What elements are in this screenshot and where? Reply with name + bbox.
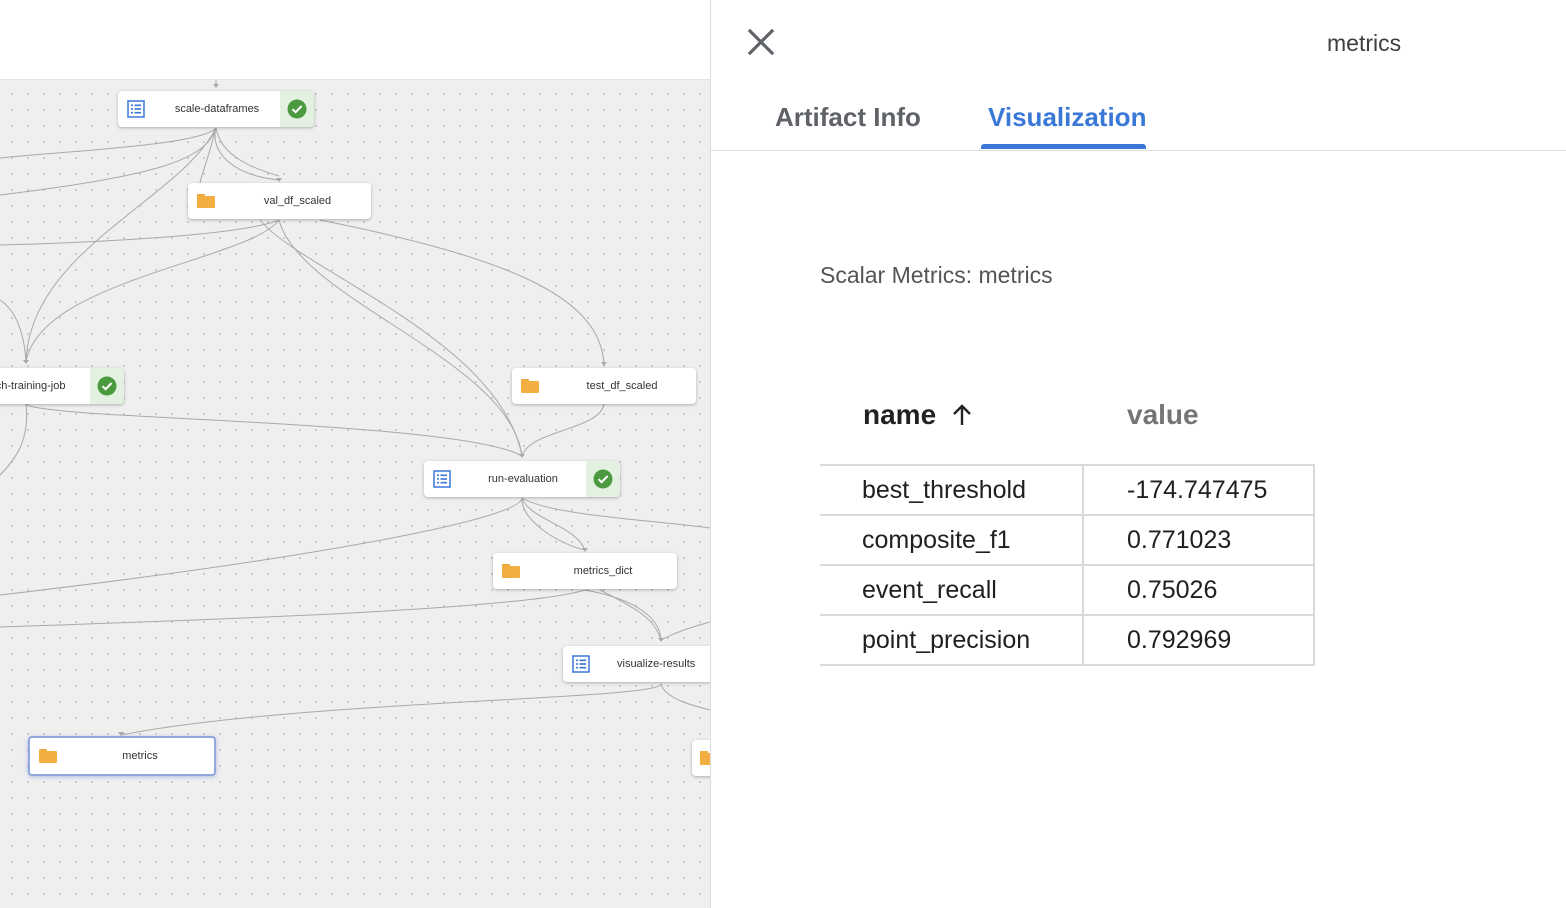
- tab-artifact-info[interactable]: Artifact Info: [775, 102, 921, 148]
- folder-icon: [692, 740, 710, 776]
- metric-value: -174.747475: [1082, 464, 1315, 516]
- table-row: point_precision 0.792969: [820, 614, 1315, 666]
- folder-icon: [30, 738, 66, 774]
- active-tab-indicator: [981, 144, 1147, 149]
- metric-name: best_threshold: [820, 464, 1084, 516]
- panel-tabs: Artifact Info Visualization: [711, 88, 1566, 151]
- list-icon: [424, 461, 460, 497]
- node-label: run-evaluation: [488, 473, 558, 485]
- node-val-df-scaled[interactable]: val_df_scaled: [188, 183, 371, 219]
- pipeline-graph-canvas[interactable]: scale-dataframes val_df_scaled orch-trai…: [0, 80, 710, 908]
- folder-icon: [188, 183, 224, 219]
- folder-icon: [512, 368, 548, 404]
- table-row: best_threshold -174.747475: [820, 464, 1315, 516]
- folder-icon: [493, 553, 529, 589]
- table-row: composite_f1 0.771023: [820, 514, 1315, 566]
- column-header-label: name: [863, 399, 937, 430]
- table-row: event_recall 0.75026: [820, 564, 1315, 616]
- node-label: metrics: [122, 750, 158, 762]
- tab-label: Artifact Info: [775, 102, 921, 132]
- node-metrics-dict[interactable]: metrics_dict: [493, 553, 677, 589]
- tab-label: Visualization: [988, 102, 1147, 132]
- metrics-heading: Scalar Metrics: metrics: [820, 262, 1053, 288]
- metric-name: event_recall: [820, 564, 1084, 616]
- metric-name: composite_f1: [820, 514, 1084, 566]
- node-scale-dataframes[interactable]: scale-dataframes: [118, 91, 314, 127]
- node-metrics[interactable]: metrics: [28, 736, 216, 776]
- metric-value: 0.771023: [1082, 514, 1315, 566]
- graph-toolbar: [0, 0, 710, 80]
- node-label: val_df_scaled: [263, 195, 332, 207]
- column-header-value[interactable]: value: [1127, 399, 1199, 431]
- metrics-grid: best_threshold -174.747475 composite_f1 …: [820, 464, 1315, 666]
- panel-title: metrics: [1327, 30, 1402, 56]
- metric-value: 0.792969: [1082, 614, 1315, 666]
- metric-value: 0.75026: [1082, 564, 1315, 616]
- check-circle-icon: [586, 461, 620, 497]
- node-visualize-results[interactable]: visualize-results: [563, 646, 710, 682]
- metric-name: point_precision: [820, 614, 1084, 666]
- arrow-up-icon: [952, 401, 972, 433]
- node-training-job[interactable]: orch-training-job: [0, 368, 124, 404]
- node-label: scale-dataframes: [174, 103, 260, 115]
- tab-visualization[interactable]: Visualization: [981, 102, 1147, 149]
- artifact-side-panel: metrics Artifact Info Visualization Scal…: [710, 0, 1566, 908]
- node-partial-artifact[interactable]: [692, 740, 710, 776]
- table-header: name value: [820, 382, 1315, 464]
- node-label: visualize-results: [617, 658, 696, 670]
- node-test-df-scaled[interactable]: test_df_scaled: [512, 368, 696, 404]
- list-icon: [118, 91, 154, 127]
- close-icon[interactable]: [745, 26, 777, 58]
- column-header-name[interactable]: name: [863, 399, 972, 433]
- node-label: orch-training-job: [0, 380, 66, 392]
- node-label: test_df_scaled: [586, 380, 658, 392]
- node-run-evaluation[interactable]: run-evaluation: [424, 461, 620, 497]
- check-circle-icon: [280, 91, 314, 127]
- list-icon: [563, 646, 599, 682]
- scalar-metrics-table: name value best_threshold -174.747475 co…: [820, 382, 1315, 666]
- check-circle-icon: [90, 368, 124, 404]
- node-label: metrics_dict: [573, 565, 633, 577]
